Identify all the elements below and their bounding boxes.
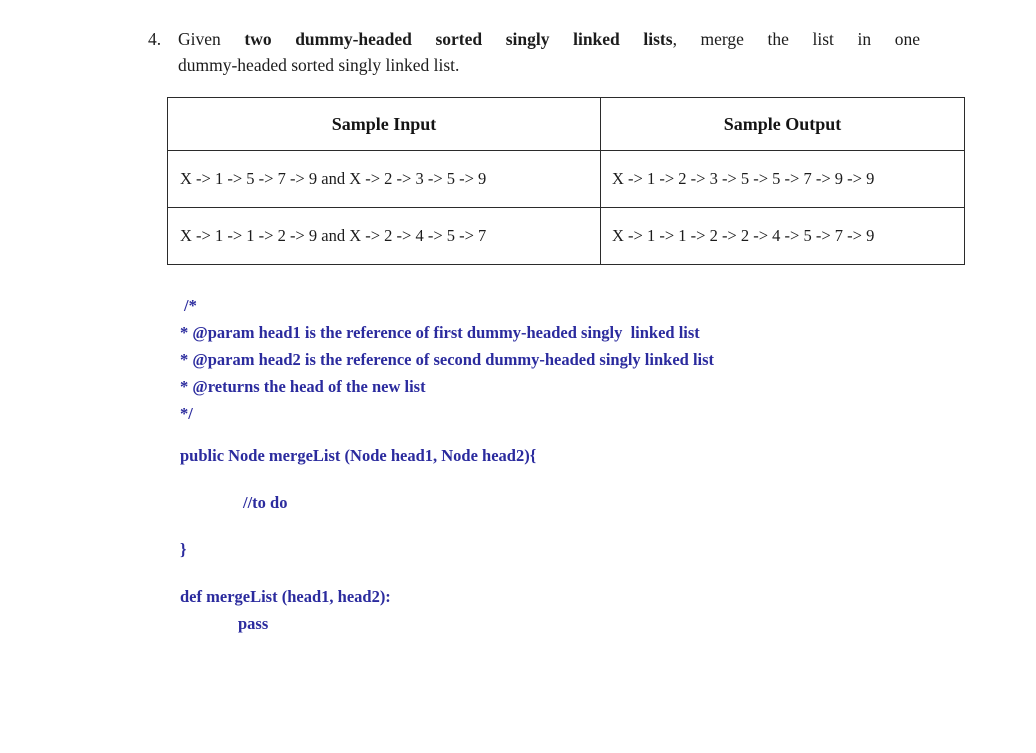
cell-text: X -> 1 -> 2 -> 3 -> 5 -> 5 -> 7 -> 9 -> … (612, 169, 875, 189)
sample-io-table: Sample Input Sample Output X -> 1 -> 5 -… (167, 97, 965, 265)
code-comment-close: */ (180, 404, 193, 423)
code-comment-open: /* (184, 296, 197, 315)
cell-sample-output: X -> 1 -> 1 -> 2 -> 2 -> 4 -> 5 -> 7 -> … (600, 207, 965, 265)
code-java-closing-brace: } (180, 540, 187, 559)
cell-sample-input: X -> 1 -> 5 -> 7 -> 9 and X -> 2 -> 3 ->… (167, 150, 601, 208)
question-number: 4. (148, 29, 162, 49)
cell-text: X -> 1 -> 1 -> 2 -> 2 -> 4 -> 5 -> 7 -> … (612, 226, 875, 246)
table-header-row: Sample Input Sample Output (167, 97, 965, 151)
code-comment-param-head2: * @param head2 is the reference of secon… (180, 350, 715, 369)
code-python-pass: pass (238, 614, 269, 633)
question-block: 4. Given two dummy-headed sorted singly … (148, 26, 920, 78)
code-python-def: def mergeList (head1, head2): (180, 587, 391, 606)
question-rest: , merge the list in one (672, 29, 920, 49)
cell-sample-input: X -> 1 -> 1 -> 2 -> 9 and X -> 2 -> 4 ->… (167, 207, 601, 265)
code-java-signature: public Node mergeList (Node head1, Node … (180, 446, 537, 465)
cell-sample-output: X -> 1 -> 2 -> 3 -> 5 -> 5 -> 7 -> 9 -> … (600, 150, 965, 208)
table-row: X -> 1 -> 5 -> 7 -> 9 and X -> 2 -> 3 ->… (167, 150, 965, 208)
column-header-sample-input: Sample Input (167, 97, 601, 151)
question-intro: Given (178, 29, 221, 49)
question-line-1: Given two dummy-headed sorted singly lin… (178, 26, 920, 52)
question-text: Given two dummy-headed sorted singly lin… (178, 26, 920, 78)
cell-text: X -> 1 -> 5 -> 7 -> 9 and X -> 2 -> 3 ->… (180, 169, 487, 189)
question-line-2: dummy-headed sorted singly linked list. (178, 55, 460, 75)
code-comment-returns: * @returns the head of the new list (180, 377, 426, 396)
table-row: X -> 1 -> 1 -> 2 -> 9 and X -> 2 -> 4 ->… (167, 207, 965, 265)
code-skeleton-block: /* * @param head1 is the reference of fi… (180, 292, 940, 637)
code-comment-param-head1: * @param head1 is the reference of first… (180, 323, 700, 342)
cell-text: X -> 1 -> 1 -> 2 -> 9 and X -> 2 -> 4 ->… (180, 226, 487, 246)
question-emphasis: two dummy-headed sorted singly linked li… (244, 29, 673, 49)
code-java-todo-comment: //to do (243, 493, 288, 512)
column-header-sample-output: Sample Output (600, 97, 965, 151)
